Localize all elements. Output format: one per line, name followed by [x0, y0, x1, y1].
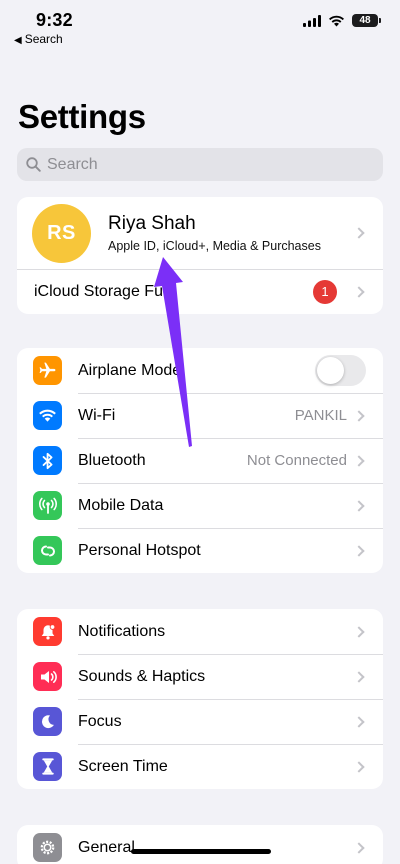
- gear-icon: [33, 833, 62, 862]
- search-bar[interactable]: [17, 148, 383, 181]
- speaker-icon: [33, 662, 62, 691]
- antenna-icon: [33, 491, 62, 520]
- apple-id-row[interactable]: RS Riya Shah Apple ID, iCloud+, Media & …: [17, 197, 383, 269]
- row-label: Bluetooth: [78, 451, 146, 469]
- back-to-search-link[interactable]: ◀ Search: [14, 32, 63, 46]
- profile-card: RS Riya Shah Apple ID, iCloud+, Media & …: [17, 197, 383, 314]
- avatar: RS: [32, 203, 91, 263]
- profile-text: Riya Shah Apple ID, iCloud+, Media & Pur…: [108, 213, 321, 253]
- row-label: Focus: [78, 712, 122, 730]
- profile-name: Riya Shah: [108, 213, 196, 234]
- settings-row-mobile-data[interactable]: Mobile Data: [17, 483, 383, 528]
- chevron-right-icon: [353, 625, 365, 638]
- settings-row-screen-time[interactable]: Screen Time: [17, 744, 383, 789]
- chevron-right-icon: [353, 841, 365, 854]
- search-icon: [26, 157, 41, 172]
- chevron-right-icon: [353, 715, 365, 728]
- settings-row-bluetooth[interactable]: Bluetooth Not Connected: [17, 438, 383, 483]
- settings-row-general[interactable]: General: [17, 825, 383, 864]
- chevron-right-icon: [353, 760, 365, 773]
- hourglass-icon: [33, 752, 62, 781]
- settings-row-wifi[interactable]: Wi-Fi PANKIL: [17, 393, 383, 438]
- status-bar: 9:32 ◀ Search 48: [0, 0, 400, 52]
- connectivity-group: Airplane Mode Wi-Fi PANKIL Bluetooth Not…: [17, 348, 383, 573]
- bell-icon: [33, 617, 62, 646]
- chevron-right-icon: [353, 227, 365, 239]
- row-label: Sounds & Haptics: [78, 667, 206, 685]
- home-indicator[interactable]: [131, 849, 271, 854]
- moon-icon: [33, 707, 62, 736]
- row-label: Personal Hotspot: [78, 541, 201, 559]
- signal-icon: [303, 14, 321, 27]
- back-link-label: Search: [24, 32, 63, 46]
- notification-badge: 1: [313, 279, 337, 304]
- page-title: Settings: [18, 98, 146, 135]
- status-icons: 48: [303, 14, 381, 27]
- settings-row-sounds-haptics[interactable]: Sounds & Haptics: [17, 654, 383, 699]
- battery-icon: 48: [352, 14, 381, 27]
- general-group: General: [17, 825, 383, 864]
- chevron-right-icon: [353, 670, 365, 683]
- wifi-network-value: PANKIL: [294, 407, 347, 424]
- row-label: Wi-Fi: [78, 406, 116, 424]
- notifications-group: Notifications Sounds & Haptics Focus Scr…: [17, 609, 383, 789]
- icloud-storage-row[interactable]: iCloud Storage Full 1: [17, 269, 383, 314]
- row-label: Airplane Mode: [78, 361, 182, 379]
- status-time: 9:32: [36, 10, 73, 30]
- profile-subtitle: Apple ID, iCloud+, Media & Purchases: [108, 239, 321, 253]
- settings-row-focus[interactable]: Focus: [17, 699, 383, 744]
- settings-row-personal-hotspot[interactable]: Personal Hotspot: [17, 528, 383, 573]
- wifi-icon: [33, 401, 62, 430]
- bluetooth-status-value: Not Connected: [246, 452, 347, 469]
- row-label: Mobile Data: [78, 496, 164, 514]
- icloud-storage-label: iCloud Storage Full: [34, 282, 171, 300]
- back-triangle-icon: ◀: [14, 35, 22, 46]
- airplane-mode-toggle[interactable]: [315, 355, 366, 386]
- airplane-icon: [33, 356, 62, 385]
- chevron-right-icon: [353, 544, 365, 557]
- chevron-right-icon: [353, 499, 365, 512]
- chevron-right-icon: [353, 409, 365, 422]
- settings-row-notifications[interactable]: Notifications: [17, 609, 383, 654]
- wifi-icon: [329, 15, 344, 26]
- avatar-initials: RS: [47, 221, 76, 244]
- hotspot-icon: [33, 536, 62, 565]
- battery-level: 48: [359, 15, 371, 26]
- chevron-right-icon: [353, 285, 365, 298]
- row-label: Notifications: [78, 622, 166, 640]
- bluetooth-icon: [33, 446, 62, 475]
- chevron-right-icon: [353, 454, 365, 467]
- row-label: Screen Time: [78, 757, 168, 775]
- settings-row-airplane-mode[interactable]: Airplane Mode: [17, 348, 383, 393]
- search-input[interactable]: [47, 155, 347, 174]
